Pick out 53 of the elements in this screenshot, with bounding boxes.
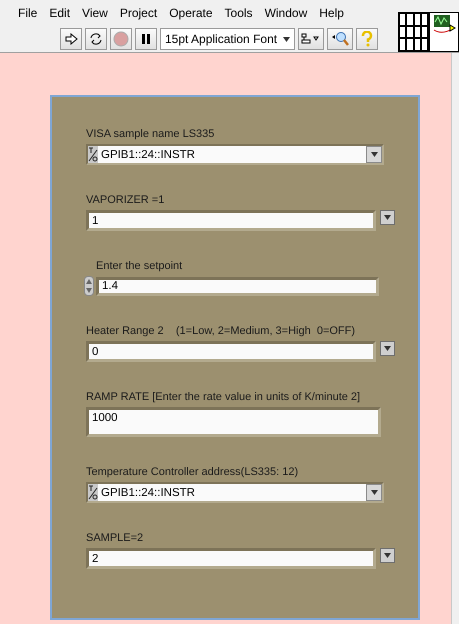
vi-icon[interactable] <box>429 12 459 52</box>
control-label: SAMPLE=2 <box>86 532 144 544</box>
run-button[interactable] <box>60 28 82 50</box>
dropdown-button[interactable] <box>380 210 395 225</box>
menu-item[interactable]: File <box>12 6 44 20</box>
stop-icon <box>113 31 129 47</box>
dropdown-button[interactable] <box>380 341 395 356</box>
numeric-field[interactable]: 1.4 <box>96 276 379 296</box>
io-icon <box>88 146 98 163</box>
dropdown-button[interactable] <box>380 548 395 563</box>
resource-dropdown[interactable]: GPIB1::24::INSTR <box>86 144 384 165</box>
scrollbar[interactable] <box>451 53 459 624</box>
caret-icon <box>370 152 378 157</box>
cycle-arrows-icon <box>89 32 103 46</box>
align-button[interactable] <box>298 28 324 50</box>
control-label: VISA sample name LS335 <box>86 128 216 140</box>
search-button[interactable] <box>327 28 354 50</box>
caret-icon <box>384 215 391 220</box>
input-field[interactable]: 0 <box>86 341 376 362</box>
dropdown-button[interactable] <box>366 146 382 163</box>
menu-item[interactable]: Operate <box>163 6 219 20</box>
resource-dropdown[interactable]: GPIB1::24::INSTR <box>86 482 384 503</box>
search-icon <box>330 31 350 47</box>
text-area[interactable]: 1000 <box>86 407 381 437</box>
menu-item[interactable]: Edit <box>43 6 76 20</box>
menu-item[interactable]: Project <box>114 6 164 20</box>
question-icon <box>361 31 374 47</box>
help-button[interactable] <box>356 28 378 50</box>
spinner-control[interactable] <box>84 276 94 296</box>
menu-item[interactable]: Tools <box>218 6 259 20</box>
input-field[interactable]: 2 <box>86 548 376 569</box>
arrow-icon <box>64 33 78 45</box>
control-label: Temperature Controller address(LS335: 12) <box>86 466 300 478</box>
menu-item[interactable]: View <box>76 6 114 20</box>
control-label: VAPORIZER =1 <box>86 194 166 206</box>
connector-pane[interactable] <box>398 12 430 52</box>
run-continuously-button[interactable] <box>85 28 107 50</box>
font-dropdown[interactable]: 15pt Application Font <box>160 28 296 50</box>
caret-icon <box>384 346 391 351</box>
pause-button[interactable] <box>135 28 157 50</box>
io-icon <box>88 484 98 501</box>
control-label: Heater Range 2 (1=Low, 2=Medium, 3=High 0=OFF) <box>86 325 356 337</box>
input-field[interactable]: 1 <box>86 210 376 231</box>
control-label: RAMP RATE [Enter the rate value in units of K/minute 2] <box>86 391 362 403</box>
control-label: Enter the setpoint <box>96 260 184 272</box>
align-icon <box>301 33 322 45</box>
pause-icon <box>141 33 151 45</box>
caret-icon <box>283 36 290 42</box>
dropdown-button[interactable] <box>366 484 382 501</box>
menu-item[interactable]: Window <box>258 6 314 20</box>
caret-icon <box>370 490 378 495</box>
caret-icon <box>384 553 391 558</box>
menu-item[interactable]: Help <box>313 6 350 20</box>
